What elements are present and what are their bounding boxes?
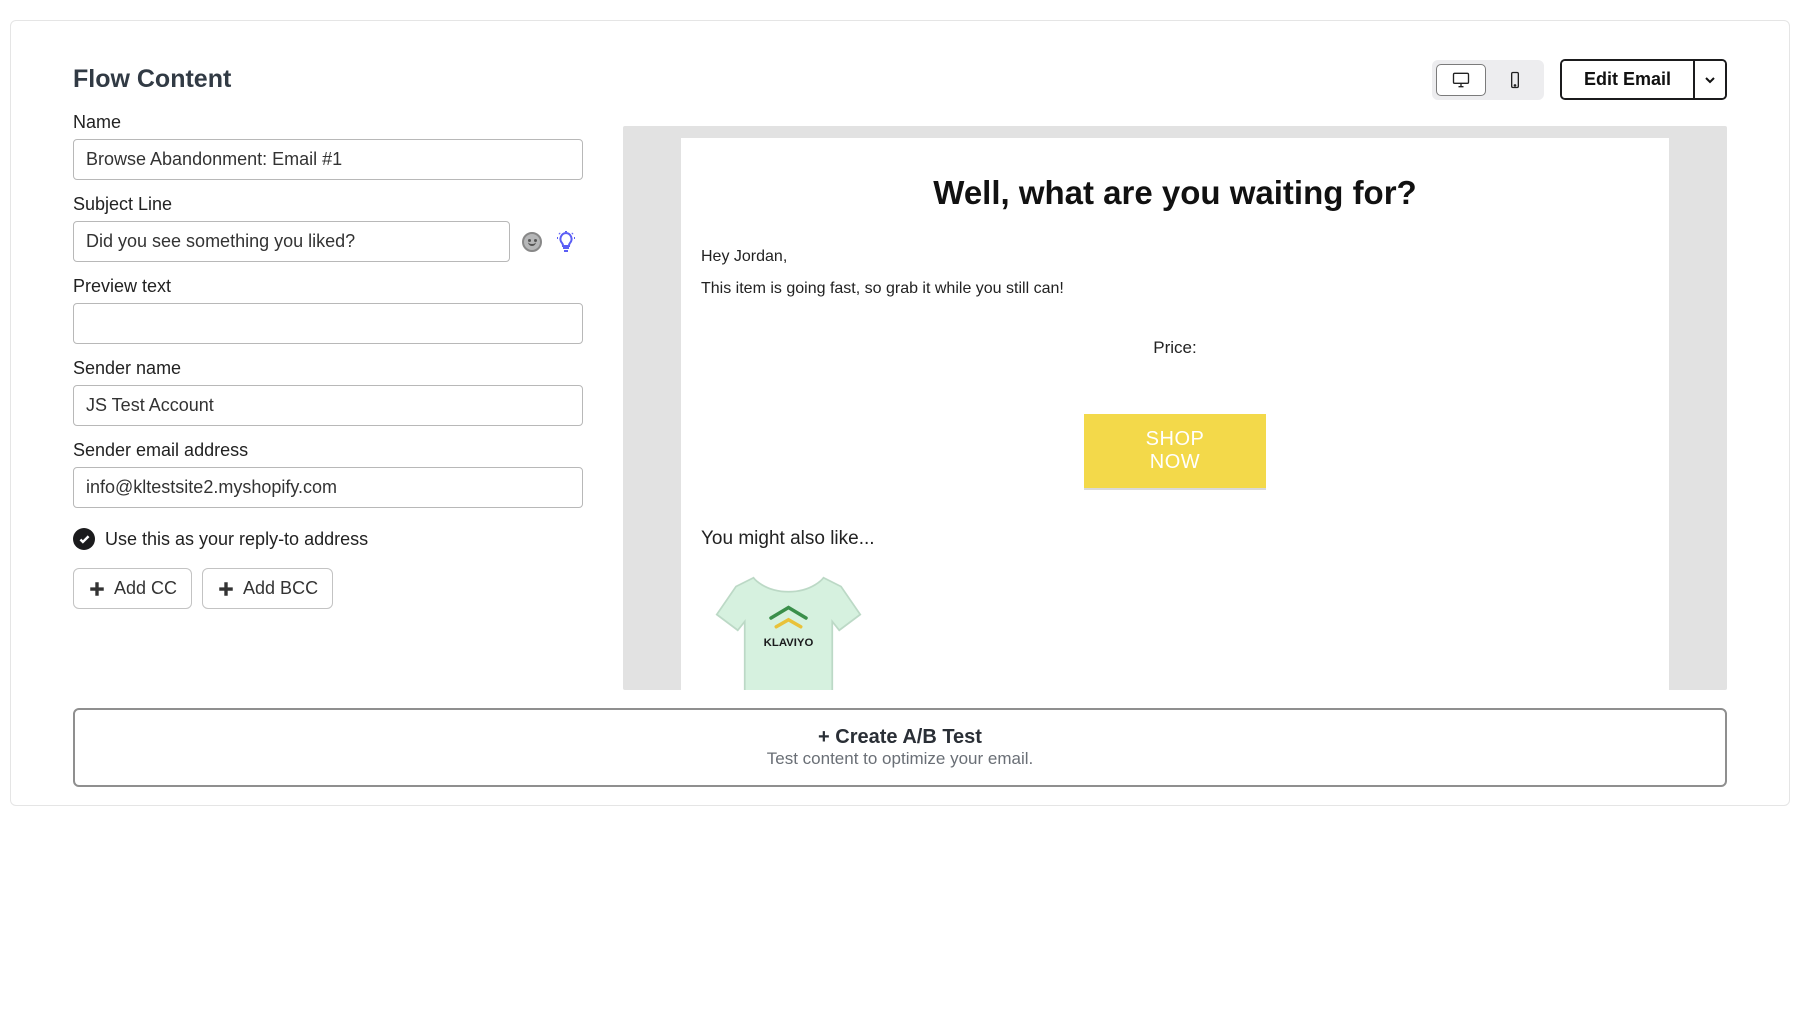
subject-field-group: Subject Line xyxy=(73,194,583,262)
ab-test-subtitle: Test content to optimize your email. xyxy=(85,749,1715,769)
email-price-label: Price: xyxy=(701,338,1649,358)
email-headline: Well, what are you waiting for? xyxy=(701,174,1649,212)
sender-name-input[interactable] xyxy=(73,385,583,426)
emoji-icon[interactable] xyxy=(520,230,544,254)
sender-email-label: Sender email address xyxy=(73,440,583,461)
add-cc-label: Add CC xyxy=(114,578,177,599)
subject-input[interactable] xyxy=(73,221,510,262)
subject-label: Subject Line xyxy=(73,194,583,215)
edit-email-button[interactable]: Edit Email xyxy=(1562,61,1695,98)
sender-name-field-group: Sender name xyxy=(73,358,583,426)
also-like-heading: You might also like... xyxy=(701,528,1649,550)
name-label: Name xyxy=(73,112,583,133)
create-ab-test-button[interactable]: + Create A/B Test Test content to optimi… xyxy=(73,708,1727,787)
name-input[interactable] xyxy=(73,139,583,180)
page-title: Flow Content xyxy=(73,65,583,94)
email-preview-frame: Well, what are you waiting for? Hey Jord… xyxy=(623,126,1727,690)
ab-test-title: + Create A/B Test xyxy=(85,726,1715,749)
mobile-icon xyxy=(1505,70,1525,90)
desktop-view-button[interactable] xyxy=(1436,64,1486,96)
device-toggle xyxy=(1432,60,1544,100)
svg-text:KLAVIYO: KLAVIYO xyxy=(764,637,814,649)
edit-email-split-button: Edit Email xyxy=(1560,59,1727,100)
reply-to-checkbox-row[interactable]: Use this as your reply-to address xyxy=(73,528,583,550)
name-field-group: Name xyxy=(73,112,583,180)
sender-name-label: Sender name xyxy=(73,358,583,379)
reply-to-label: Use this as your reply-to address xyxy=(105,529,368,550)
shop-now-button[interactable]: SHOP NOW xyxy=(1084,414,1266,488)
preview-text-field-group: Preview text xyxy=(73,276,583,344)
sender-email-input[interactable] xyxy=(73,467,583,508)
desktop-icon xyxy=(1451,70,1471,90)
product-thumbnail: KLAVIYO xyxy=(701,562,876,690)
mobile-view-button[interactable] xyxy=(1490,64,1540,96)
check-icon xyxy=(73,528,95,550)
sender-email-field-group: Sender email address xyxy=(73,440,583,508)
add-cc-button[interactable]: Add CC xyxy=(73,568,192,609)
tshirt-icon: KLAVIYO xyxy=(701,562,876,690)
preview-text-label: Preview text xyxy=(73,276,583,297)
email-greeting: Hey Jordan, xyxy=(701,248,1649,266)
edit-email-dropdown[interactable] xyxy=(1695,61,1725,98)
email-body-line: This item is going fast, so grab it whil… xyxy=(701,280,1649,298)
add-bcc-button[interactable]: Add BCC xyxy=(202,568,333,609)
lightbulb-icon[interactable] xyxy=(554,230,578,254)
preview-text-input[interactable] xyxy=(73,303,583,344)
chevron-down-icon xyxy=(1704,74,1716,86)
email-preview-body: Well, what are you waiting for? Hey Jord… xyxy=(681,138,1669,690)
add-bcc-label: Add BCC xyxy=(243,578,318,599)
